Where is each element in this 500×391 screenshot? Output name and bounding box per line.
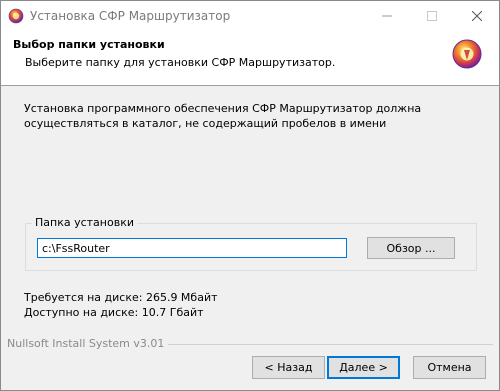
minimize-button[interactable] bbox=[364, 1, 409, 31]
minimize-icon bbox=[381, 15, 392, 17]
space-required: Требуется на диске: 265.9 Мбайт bbox=[24, 291, 218, 304]
maximize-icon bbox=[426, 11, 437, 21]
page-header: Выбор папки установки Выберите папку для… bbox=[1, 31, 499, 86]
next-button[interactable]: Далее > bbox=[327, 356, 400, 379]
install-path-input[interactable] bbox=[37, 238, 347, 258]
close-button[interactable] bbox=[454, 1, 499, 31]
installer-icon bbox=[8, 8, 24, 24]
browse-button[interactable]: Обзор ... bbox=[367, 237, 455, 259]
cancel-button[interactable]: Отмена bbox=[413, 356, 486, 379]
install-folder-label: Папка установки bbox=[32, 216, 137, 229]
maximize-button[interactable] bbox=[409, 1, 454, 31]
title-bar[interactable]: Установка СФР Маршрутизатор bbox=[1, 1, 499, 31]
installer-window: Установка СФР Маршрутизатор Выбор папки … bbox=[0, 0, 500, 391]
install-folder-group: Папка установки Обзор ... bbox=[25, 216, 477, 271]
page-title: Выбор папки установки bbox=[13, 38, 165, 51]
nsis-brand: Nullsoft Install System v3.01 bbox=[7, 337, 169, 350]
page-subtitle: Выберите папку для установки СФР Маршрут… bbox=[25, 56, 336, 69]
window-title: Установка СФР Маршрутизатор bbox=[30, 9, 231, 23]
install-description: Установка программного обеспечения СФР М… bbox=[24, 102, 422, 130]
close-icon bbox=[471, 11, 482, 21]
space-available: Доступно на диске: 10.7 Гбайт bbox=[24, 306, 204, 319]
back-button[interactable]: < Назад bbox=[252, 356, 325, 379]
installer-logo-icon bbox=[452, 39, 482, 69]
